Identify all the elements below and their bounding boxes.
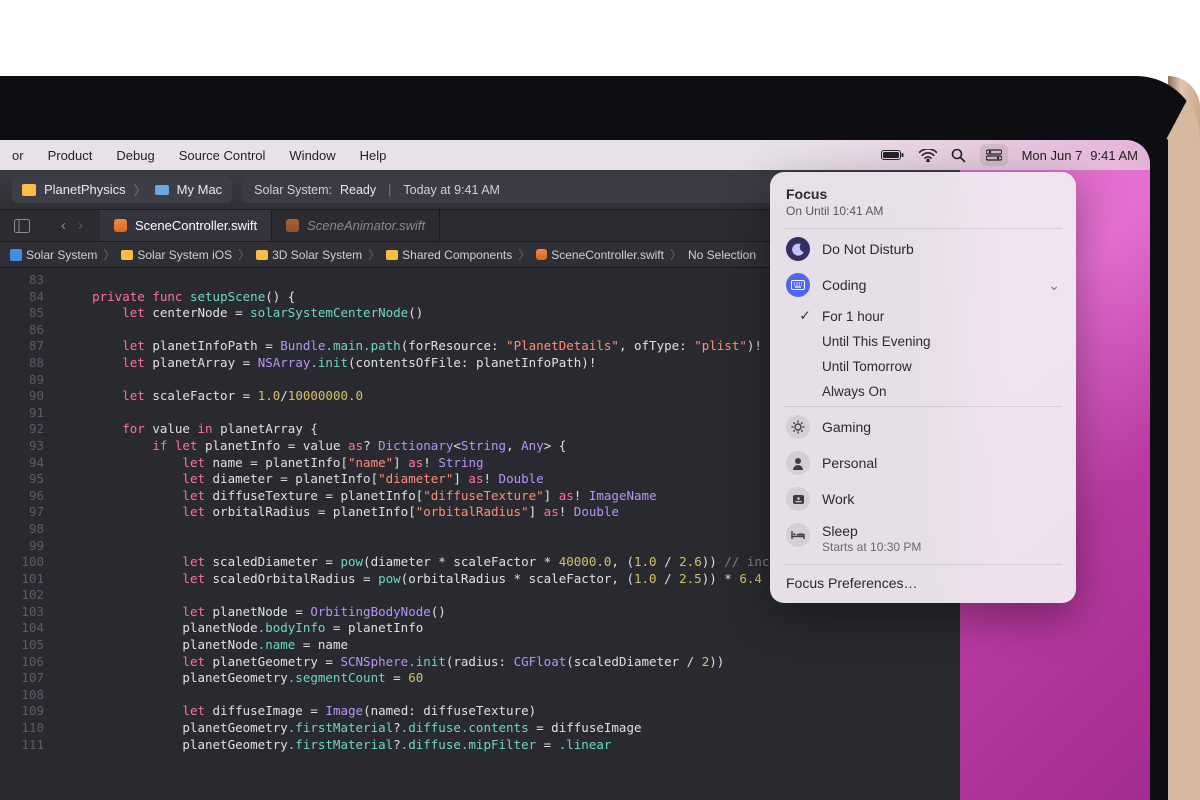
duration-label: Until Tomorrow: [822, 359, 912, 374]
focus-duration-option[interactable]: Until Tomorrow: [822, 354, 1076, 379]
scheme-selector[interactable]: PlanetPhysics 〉 My Mac: [12, 176, 232, 203]
folder-icon: [386, 250, 398, 260]
folder-icon: [121, 250, 133, 260]
battery-icon[interactable]: [881, 149, 905, 161]
control-center-icon[interactable]: [980, 144, 1008, 166]
menu-item[interactable]: Product: [46, 146, 95, 165]
focus-mode-sleep[interactable]: Sleep Starts at 10:30 PM: [770, 517, 1076, 562]
menu-item[interactable]: Debug: [114, 146, 156, 165]
keyboard-icon: [786, 273, 810, 297]
tab-label: SceneController.swift: [135, 218, 257, 233]
swift-file-icon: [286, 219, 299, 232]
focus-mode-label: Personal: [822, 455, 1060, 471]
duration-label: Until This Evening: [822, 334, 931, 349]
line-gutter: 8384858687888990919293949596979899100101…: [0, 268, 54, 800]
swift-file-icon: [536, 249, 547, 260]
focus-mode-label: Sleep: [822, 523, 1060, 539]
scheme-project: PlanetPhysics: [44, 182, 126, 197]
focus-mode-personal[interactable]: Personal: [770, 445, 1076, 481]
breadcrumb-item[interactable]: Shared Components: [402, 248, 512, 262]
wifi-icon[interactable]: [919, 149, 937, 162]
duration-label: For 1 hour: [822, 309, 884, 324]
chevron-right-icon: 〉: [134, 180, 147, 199]
breadcrumb-item[interactable]: Solar System iOS: [137, 248, 232, 262]
focus-mode-label: Do Not Disturb: [822, 241, 1060, 257]
mac-icon: [155, 185, 169, 195]
scheme-target: My Mac: [177, 182, 223, 197]
focus-duration-list: ✓ For 1 hour Until This Evening Until To…: [770, 303, 1076, 404]
focus-mode-coding[interactable]: Coding ⌄: [770, 267, 1076, 303]
duration-label: Always On: [822, 384, 887, 399]
focus-subtitle: On Until 10:41 AM: [786, 204, 1060, 218]
gear-icon: [786, 415, 810, 439]
focus-mode-label: Gaming: [822, 419, 1060, 435]
check-icon: ✓: [798, 308, 812, 324]
forward-button[interactable]: ›: [78, 217, 83, 234]
folder-icon: [256, 250, 268, 260]
spotlight-icon[interactable]: [951, 148, 966, 163]
menu-bar-apps: or Product Debug Source Control Window H…: [6, 146, 388, 165]
status-time: Today at 9:41 AM: [403, 183, 500, 197]
focus-duration-option[interactable]: ✓ For 1 hour: [822, 303, 1076, 329]
focus-title: Focus: [786, 186, 1060, 202]
project-icon: [10, 249, 22, 261]
breadcrumb-item[interactable]: SceneController.swift: [551, 248, 664, 262]
person-icon: [786, 451, 810, 475]
menu-item[interactable]: Window: [287, 146, 337, 165]
focus-duration-option[interactable]: Until This Evening: [822, 329, 1076, 354]
swift-file-icon: [114, 219, 127, 232]
focus-duration-option[interactable]: Always On: [822, 379, 1076, 404]
menu-item[interactable]: Source Control: [177, 146, 268, 165]
menu-bar: or Product Debug Source Control Window H…: [0, 140, 1150, 170]
focus-popover: Focus On Until 10:41 AM Do Not Disturb C…: [770, 172, 1076, 603]
screen: or Product Debug Source Control Window H…: [0, 140, 1150, 800]
menu-item[interactable]: or: [10, 146, 26, 165]
focus-mode-subtitle: Starts at 10:30 PM: [822, 540, 1060, 554]
tab-inactive[interactable]: SceneAnimator.swift: [272, 210, 440, 241]
breadcrumb-item[interactable]: No Selection: [688, 248, 756, 262]
focus-mode-work[interactable]: Work: [770, 481, 1076, 517]
focus-mode-gaming[interactable]: Gaming: [770, 409, 1076, 445]
focus-mode-label: Coding: [822, 277, 1036, 293]
badge-icon: [786, 487, 810, 511]
menu-item[interactable]: Help: [358, 146, 389, 165]
moon-icon: [786, 237, 810, 261]
focus-mode-label: Work: [822, 491, 1060, 507]
focus-preferences-button[interactable]: Focus Preferences…: [770, 567, 1076, 597]
status-state: Ready: [340, 183, 376, 197]
bed-icon: [786, 523, 810, 547]
back-button[interactable]: ‹: [61, 217, 66, 234]
editor-layout-icon[interactable]: [0, 210, 44, 241]
breadcrumb-item[interactable]: 3D Solar System: [272, 248, 362, 262]
focus-mode-dnd[interactable]: Do Not Disturb: [770, 231, 1076, 267]
tab-label: SceneAnimator.swift: [307, 218, 425, 233]
tab-active[interactable]: SceneController.swift: [100, 210, 272, 241]
status-app: Solar System:: [254, 183, 332, 197]
chevron-down-icon: ⌄: [1048, 277, 1060, 294]
menubar-date[interactable]: Mon Jun 7: [1022, 148, 1083, 163]
folder-icon: [22, 184, 36, 196]
menubar-time[interactable]: 9:41 AM: [1090, 148, 1138, 163]
breadcrumb-item[interactable]: Solar System: [26, 248, 97, 262]
